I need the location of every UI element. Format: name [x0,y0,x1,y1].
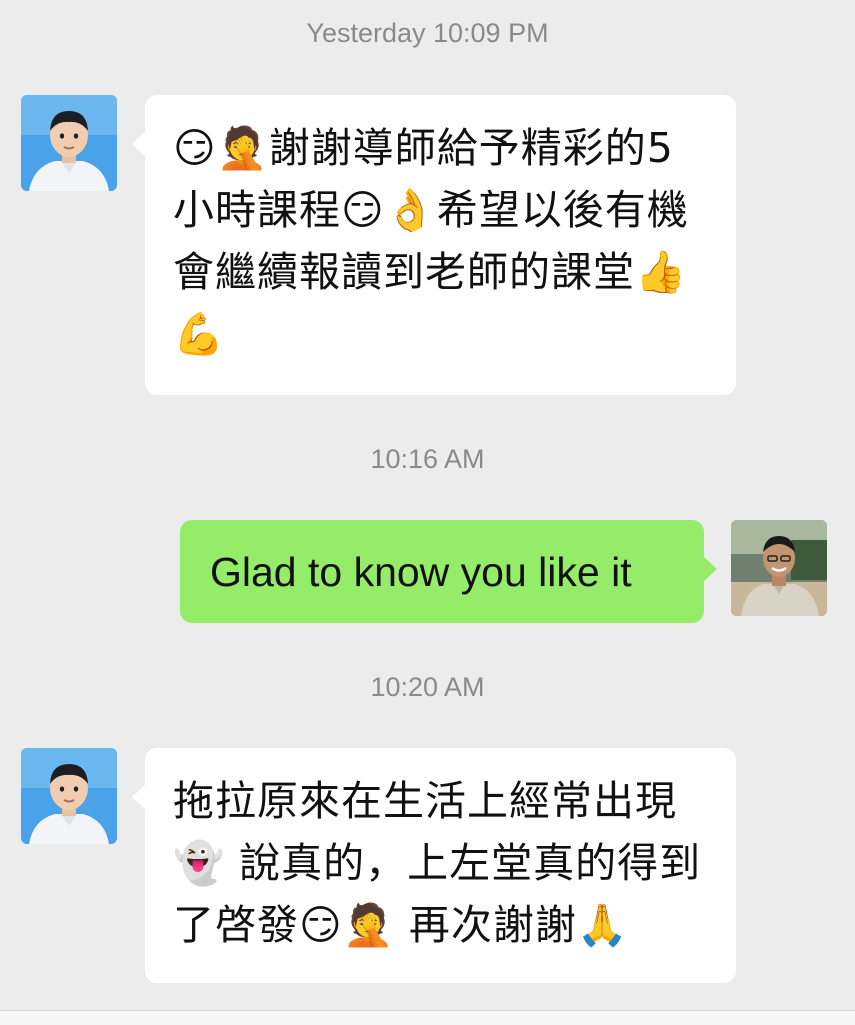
message-bubble-2[interactable]: Glad to know you like it [180,520,717,623]
my-avatar[interactable] [731,520,827,616]
contact-avatar-2[interactable] [21,748,117,844]
timestamp-2: 10:16 AM [370,444,485,474]
message-bubble-1[interactable]: 😏🤦謝謝導師給予精彩的5小時課程😏👌希望以後有機會繼續報讀到老師的課堂👍💪 [132,95,736,395]
bottom-bar [0,1010,855,1025]
message-text-3: 拖拉原來在生活上經常出現👻 說真的，上左堂真的得到了啓發😏🤦 再次謝謝🙏 [173,777,702,949]
message-bubble-3[interactable]: 拖拉原來在生活上經常出現👻 說真的，上左堂真的得到了啓發😏🤦 再次謝謝🙏 [132,748,736,983]
timestamp-3: 10:20 AM [370,672,485,702]
child-portrait-avatar-icon [21,95,117,191]
message-text-2: Glad to know you like it [210,549,632,595]
timestamp-1: Yesterday 10:09 PM [306,18,549,48]
contact-avatar-1[interactable] [21,95,117,191]
child-portrait-avatar-icon [21,748,117,844]
message-text-1: 😏🤦謝謝導師給予精彩的5小時課程😏👌希望以後有機會繼續報讀到老師的課堂👍💪 [173,124,689,358]
man-portrait-avatar-icon [731,520,827,616]
